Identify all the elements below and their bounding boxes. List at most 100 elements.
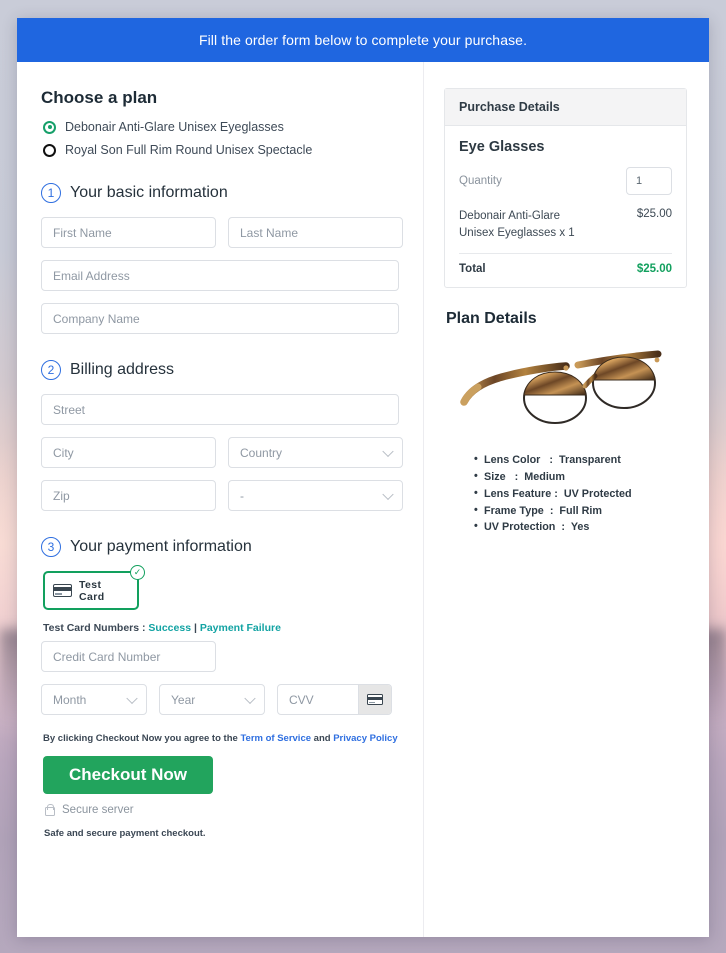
spec-value: Transparent <box>559 454 621 467</box>
spec-value: Medium <box>524 471 566 484</box>
city-input[interactable]: City <box>41 437 216 468</box>
step-number-badge: 3 <box>41 537 61 557</box>
first-name-input[interactable]: First Name <box>41 217 216 248</box>
country-select[interactable]: Country <box>228 437 403 468</box>
safe-checkout-note: Safe and secure payment checkout. <box>44 828 206 839</box>
purchase-details-body: Eye Glasses Quantity 1 Debonair Anti-Gla… <box>445 126 686 287</box>
payment-failure-card-link[interactable]: Payment Failure <box>200 622 281 634</box>
plan-specs-list: Lens Color : Transparent Size : Medium L… <box>474 451 687 536</box>
cvv-input[interactable]: CVV <box>278 685 358 714</box>
step-number-badge: 2 <box>41 360 61 380</box>
name-row: First Name Last Name <box>41 217 403 248</box>
spec-key: Size <box>484 471 506 484</box>
credit-card-row: Credit Card Number <box>41 641 399 672</box>
spec-item: Size : Medium <box>474 468 687 486</box>
choose-plan-heading: Choose a plan <box>41 88 158 107</box>
quantity-input[interactable]: 1 <box>626 167 672 195</box>
credit-card-icon <box>53 584 72 597</box>
divider <box>459 253 672 255</box>
terms-of-service-link[interactable]: Term of Service <box>240 733 311 744</box>
quantity-row: Quantity 1 <box>459 167 672 195</box>
step-title: Billing address <box>70 361 175 378</box>
spec-item: Frame Type : Full Rim <box>474 502 687 520</box>
spec-item: UV Protection : Yes <box>474 518 687 536</box>
card-body: Choose a plan Debonair Anti-Glare Unisex… <box>17 62 709 937</box>
cvv-field-group[interactable]: CVV <box>277 684 392 715</box>
step-payment-information: 3 Your payment information <box>41 537 399 557</box>
last-name-input[interactable]: Last Name <box>228 217 403 248</box>
cvv-help-button[interactable] <box>358 685 391 714</box>
summary-column: Purchase Details Eye Glasses Quantity 1 … <box>424 62 709 937</box>
plan-option-label: Royal Son Full Rim Round Unisex Spectacl… <box>65 143 313 157</box>
month-value: Month <box>53 692 87 707</box>
success-card-link[interactable]: Success <box>148 622 191 634</box>
plan-option-royalson[interactable]: Royal Son Full Rim Round Unisex Spectacl… <box>43 143 399 157</box>
spec-sep: : <box>554 487 558 500</box>
step-title: Your payment information <box>70 538 252 555</box>
spec-value: UV Protected <box>563 487 632 500</box>
agree-prefix: By clicking Checkout Now you agree to th… <box>43 733 241 744</box>
agree-and: and <box>311 733 334 744</box>
spec-item: Lens Color : Transparent <box>474 451 687 469</box>
line-item-price: $25.00 <box>636 208 672 220</box>
zip-input[interactable]: Zip <box>41 480 216 511</box>
spec-key: Lens Color <box>484 454 541 467</box>
email-row: Email Address <box>41 260 399 291</box>
chevron-down-icon <box>244 692 256 704</box>
purchase-details-title: Purchase Details <box>445 89 686 126</box>
spec-sep: : <box>549 454 553 467</box>
company-row: Company Name <box>41 303 399 334</box>
chevron-down-icon <box>382 445 394 457</box>
state-select[interactable]: - <box>228 480 403 511</box>
year-value: Year <box>171 692 196 707</box>
plan-details-heading: Plan Details <box>446 310 537 328</box>
step-title: Your basic information <box>70 184 228 201</box>
spec-key: Frame Type <box>484 504 544 517</box>
total-row: Total $25.00 <box>459 263 672 275</box>
checkout-card: Fill the order form below to complete yo… <box>17 18 709 937</box>
line-item: Debonair Anti-Glare Unisex Eyeglasses x … <box>459 208 672 241</box>
secure-server-label: Secure server <box>62 804 134 816</box>
radio-unselected-icon[interactable] <box>43 143 56 157</box>
chevron-down-icon <box>126 692 138 704</box>
chevron-down-icon <box>382 488 394 500</box>
expiry-month-select[interactable]: Month <box>41 684 147 715</box>
total-label: Total <box>459 263 486 276</box>
total-value: $25.00 <box>636 263 672 276</box>
expiry-year-select[interactable]: Year <box>159 684 265 715</box>
street-input[interactable]: Street <box>41 394 399 425</box>
quantity-label: Quantity <box>459 175 502 187</box>
spec-item: Lens Feature : UV Protected <box>474 485 687 503</box>
step-number-badge: 1 <box>41 183 61 203</box>
spec-sep: : <box>561 521 565 534</box>
eyeglasses-illustration <box>459 350 661 425</box>
terms-agreement-text: By clicking Checkout Now you agree to th… <box>43 733 399 744</box>
country-select-value: Country <box>240 445 283 460</box>
spec-value: Yes <box>570 521 590 534</box>
spec-key: Lens Feature <box>484 487 552 500</box>
banner: Fill the order form below to complete yo… <box>17 18 709 62</box>
test-card-option[interactable]: Test Card ✓ <box>43 565 145 610</box>
plan-option-debonair[interactable]: Debonair Anti-Glare Unisex Eyeglasses <box>43 120 399 134</box>
check-circle-icon: ✓ <box>130 565 145 580</box>
step-basic-information: 1 Your basic information <box>41 183 399 203</box>
eyeglasses-product-image <box>444 334 687 446</box>
spec-sep: : <box>514 471 519 484</box>
privacy-policy-link[interactable]: Privacy Policy <box>333 733 397 744</box>
card-back-icon <box>367 694 383 705</box>
company-name-input[interactable]: Company Name <box>41 303 399 334</box>
expiry-cvv-row: Month Year CVV <box>41 684 399 715</box>
plan-option-label: Debonair Anti-Glare Unisex Eyeglasses <box>65 120 284 134</box>
banner-text: Fill the order form below to complete yo… <box>198 32 528 48</box>
credit-card-number-input[interactable]: Credit Card Number <box>41 641 216 672</box>
radio-selected-icon[interactable] <box>43 120 56 134</box>
spec-sep: : <box>549 504 554 517</box>
checkout-now-button[interactable]: Checkout Now <box>43 756 213 794</box>
city-country-row: City Country <box>41 437 403 468</box>
email-input[interactable]: Email Address <box>41 260 399 291</box>
state-select-value: - <box>240 488 244 503</box>
line-item-name: Debonair Anti-Glare Unisex Eyeglasses x … <box>459 210 575 239</box>
order-form-column: Choose a plan Debonair Anti-Glare Unisex… <box>17 62 424 937</box>
purchase-details-panel: Purchase Details Eye Glasses Quantity 1 … <box>444 88 687 289</box>
test-card-label: Test Card <box>79 578 105 603</box>
